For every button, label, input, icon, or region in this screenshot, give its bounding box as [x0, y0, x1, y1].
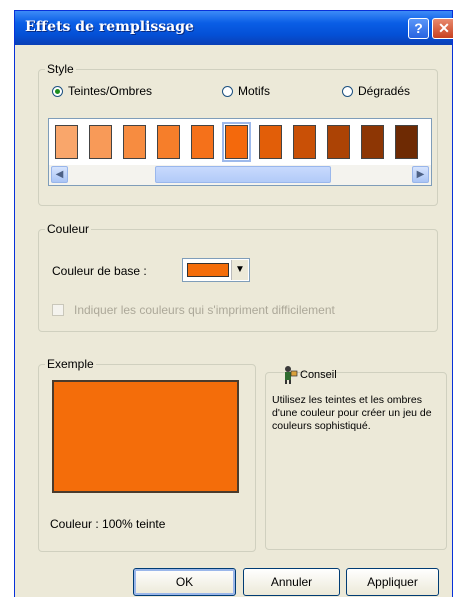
shade-swatch[interactable]: [191, 125, 214, 159]
radio-degrades[interactable]: Dégradés: [342, 84, 410, 98]
radio-selected-icon: [52, 85, 63, 97]
apply-button[interactable]: Appliquer: [346, 568, 439, 596]
example-preview: [52, 380, 239, 493]
print-warning-label: Indiquer les couleurs qui s'impriment di…: [74, 303, 335, 317]
example-caption: Couleur : 100% teinte: [50, 517, 166, 531]
radio-teintes-label: Teintes/Ombres: [68, 84, 153, 98]
shade-swatch[interactable]: [327, 125, 350, 159]
base-color-dropdown[interactable]: ▼: [182, 258, 250, 282]
base-color-swatch: [187, 263, 229, 277]
scroll-left-arrow-icon[interactable]: ◀: [51, 166, 68, 183]
tip-figure-icon: [285, 366, 298, 384]
tip-title: Conseil: [300, 369, 337, 381]
horizontal-scrollbar[interactable]: ◀ ▶: [49, 165, 431, 185]
shade-swatch[interactable]: [361, 125, 384, 159]
scroll-right-arrow-icon[interactable]: ▶: [412, 166, 429, 183]
shade-swatch[interactable]: [222, 122, 251, 162]
help-button[interactable]: ?: [408, 18, 429, 39]
radio-unselected-icon: [222, 85, 233, 97]
radio-unselected-icon: [342, 85, 353, 97]
shade-swatch-list: ◀ ▶: [48, 118, 432, 186]
style-legend: Style: [47, 62, 74, 76]
shade-swatch[interactable]: [55, 125, 78, 159]
radio-motifs[interactable]: Motifs: [222, 84, 270, 98]
shade-swatch[interactable]: [259, 125, 282, 159]
tip-text: Utilisez les teintes et les ombres d'une…: [272, 394, 432, 432]
scroll-thumb[interactable]: [155, 166, 331, 183]
cancel-button[interactable]: Annuler: [243, 568, 340, 596]
dropdown-arrow-icon[interactable]: ▼: [231, 260, 248, 280]
shade-swatch[interactable]: [157, 125, 180, 159]
radio-teintes-ombres[interactable]: Teintes/Ombres: [52, 84, 152, 98]
print-warning-checkbox[interactable]: [52, 304, 64, 316]
shade-swatch[interactable]: [293, 125, 316, 159]
radio-motifs-label: Motifs: [238, 84, 271, 98]
dialog-title: Effets de remplissage: [25, 19, 194, 35]
shade-swatch[interactable]: [123, 125, 146, 159]
radio-degrades-label: Dégradés: [358, 84, 411, 98]
shade-swatch[interactable]: [89, 125, 112, 159]
close-button[interactable]: ✕: [432, 18, 453, 39]
base-color-label: Couleur de base :: [52, 264, 147, 278]
color-legend: Couleur: [47, 222, 90, 236]
shade-swatch[interactable]: [395, 125, 418, 159]
example-legend: Exemple: [47, 357, 94, 371]
title-bar[interactable]: Effets de remplissage ? ✕: [15, 11, 453, 45]
ok-button[interactable]: OK: [133, 568, 236, 596]
